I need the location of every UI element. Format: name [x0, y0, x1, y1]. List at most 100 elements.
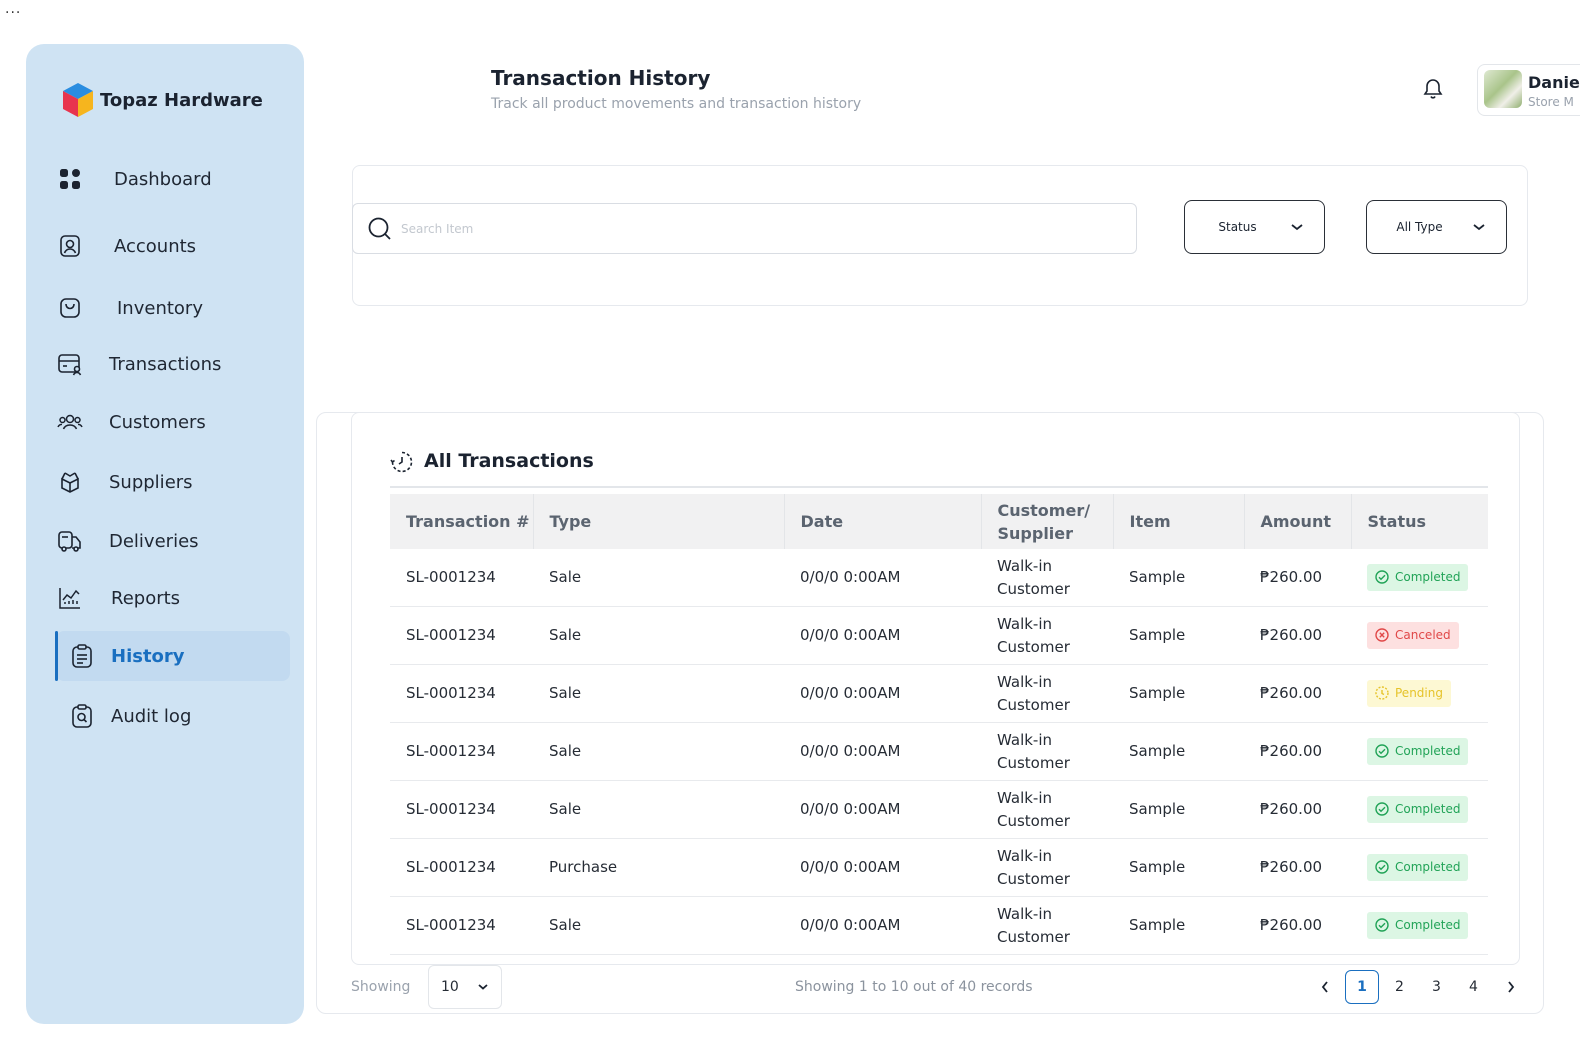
table-cell-status: Pending — [1351, 664, 1488, 723]
page-button-2[interactable]: 2 — [1381, 970, 1418, 1004]
table-cell-id: SL-0001234 — [390, 722, 533, 781]
status-badge-label: Completed — [1395, 569, 1461, 584]
check-circle-icon — [1375, 570, 1389, 584]
transactions-title: All Transactions — [424, 450, 594, 472]
table-cell-item: Sample — [1113, 664, 1244, 723]
table-row[interactable]: SL-0001234 Sale 0/0/0 0:00AM Walk-in Custom… — [390, 780, 1488, 839]
table-cell-amount: ₱260.00 — [1244, 549, 1351, 607]
table-cell-party: Walk-in Customer — [981, 549, 1113, 607]
table-cell-item: Sample — [1113, 722, 1244, 781]
sidebar-item-transactions[interactable]: Transactions — [56, 339, 290, 389]
sidebar-item-dashboard[interactable]: Dashboard — [56, 154, 290, 204]
transactions-table: Transaction # Type Date Customer/ Suppli… — [390, 494, 1488, 955]
column-header[interactable]: Amount — [1244, 494, 1352, 549]
check-circle-icon — [1375, 860, 1389, 874]
table-cell-party: Walk-in Customer — [981, 606, 1113, 665]
history-clock-icon — [390, 451, 413, 473]
chevron-left-icon — [1321, 981, 1328, 993]
sidebar-item-label: Transactions — [109, 353, 222, 375]
table-cell-party: Walk-in Customer — [981, 896, 1113, 955]
table-row[interactable]: SL-0001234 Sale 0/0/0 0:00AM Walk-in Custom… — [390, 549, 1488, 607]
table-cell-item: Sample — [1113, 838, 1244, 897]
chevron-right-icon — [1507, 981, 1514, 993]
check-circle-icon — [1375, 802, 1389, 816]
sidebar-item-label: Accounts — [114, 235, 197, 257]
bell-icon[interactable] — [1421, 76, 1445, 100]
sidebar-item-accounts[interactable]: Accounts — [56, 221, 290, 271]
table-row[interactable]: SL-0001234 Sale 0/0/0 0:00AM Walk-in Custom… — [390, 722, 1488, 781]
customers-icon — [56, 408, 84, 436]
table-cell-id: SL-0001234 — [390, 606, 533, 665]
showing-label: Showing — [351, 979, 411, 995]
column-header[interactable]: Status — [1351, 494, 1488, 549]
table-cell-type: Sale — [533, 606, 784, 665]
page-button-1[interactable]: 1 — [1345, 970, 1379, 1004]
chevron-down-icon — [478, 984, 488, 990]
table-cell-date: 0/0/0 0:00AM — [784, 896, 981, 955]
table-cell-party: Walk-in Customer — [981, 722, 1113, 781]
sidebar-item-label: Suppliers — [109, 471, 193, 493]
sidebar-item-inventory[interactable]: Inventory — [56, 283, 290, 333]
sidebar-item-audit-log[interactable]: Audit log — [56, 691, 290, 741]
status-badge: Pending — [1367, 679, 1451, 707]
table-cell-status: Completed — [1351, 896, 1488, 955]
search-input[interactable] — [399, 214, 1103, 244]
page-button-3[interactable]: 3 — [1418, 970, 1455, 1004]
sidebar-item-label: Inventory — [117, 297, 203, 319]
table-cell-id: SL-0001234 — [390, 896, 533, 955]
sidebar-item-deliveries[interactable]: Deliveries — [56, 516, 290, 566]
status-dropdown[interactable]: Status — [1184, 200, 1325, 254]
column-header[interactable]: Date — [784, 494, 982, 549]
status-badge: Completed — [1367, 911, 1469, 939]
page-button-4[interactable]: 4 — [1455, 970, 1492, 1004]
next-page-button[interactable] — [1492, 970, 1529, 1004]
column-header[interactable]: Customer/ Supplier — [981, 494, 1114, 549]
page-title: Transaction History — [491, 66, 711, 90]
table-cell-type: Sale — [533, 722, 784, 781]
clipboard-icon — [68, 642, 96, 670]
check-circle-icon — [1375, 744, 1389, 758]
table-cell-amount: ₱260.00 — [1244, 664, 1351, 723]
table-cell-date: 0/0/0 0:00AM — [784, 549, 981, 607]
avatar — [1484, 70, 1522, 108]
table-row[interactable]: SL-0001234 Sale 0/0/0 0:00AM Walk-in Custom… — [390, 606, 1488, 665]
status-badge: Completed — [1367, 795, 1469, 823]
table-cell-amount: ₱260.00 — [1244, 780, 1351, 839]
table-row[interactable]: SL-0001234 Purchase 0/0/0 0:00AM Walk-in Cu… — [390, 838, 1488, 897]
audit-icon — [68, 702, 96, 730]
table-cell-party: Walk-in Customer — [981, 838, 1113, 897]
status-badge-label: Canceled — [1395, 627, 1451, 642]
table-row[interactable]: SL-0001234 Sale 0/0/0 0:00AM Walk-in Custom… — [390, 896, 1488, 955]
sidebar-item-label: Reports — [111, 587, 181, 609]
window-menu-dots[interactable]: ... — [5, 1, 21, 17]
sidebar-item-customers[interactable]: Customers — [56, 397, 290, 447]
table-row[interactable]: SL-0001234 Sale 0/0/0 0:00AM Walk-in Custom… — [390, 664, 1488, 723]
grid-icon — [56, 165, 84, 193]
sidebar-item-label: Deliveries — [109, 530, 199, 552]
table-cell-item: Sample — [1113, 896, 1244, 955]
table-cell-status: Completed — [1351, 838, 1488, 897]
table-cell-date: 0/0/0 0:00AM — [784, 722, 981, 781]
sidebar-item-suppliers[interactable]: Suppliers — [56, 457, 290, 507]
page-size-select[interactable]: 10 — [428, 965, 502, 1009]
search-box[interactable] — [352, 203, 1137, 254]
status-badge: Completed — [1367, 563, 1469, 591]
page-size-value: 10 — [441, 979, 459, 995]
table-cell-status: Completed — [1351, 722, 1488, 781]
sidebar-item-reports[interactable]: Reports — [56, 573, 290, 623]
table-cell-status: Completed — [1351, 780, 1488, 839]
column-header[interactable]: Transaction # — [390, 494, 534, 549]
clock-icon — [1375, 686, 1389, 700]
prev-page-button[interactable] — [1306, 970, 1343, 1004]
profile-card[interactable]: Danie Store M — [1477, 64, 1580, 116]
sidebar-item-history[interactable]: History — [55, 631, 290, 681]
column-header[interactable]: Item — [1113, 494, 1245, 549]
search-icon — [368, 217, 391, 240]
type-dropdown[interactable]: All Type — [1366, 200, 1507, 254]
column-header[interactable]: Type — [533, 494, 785, 549]
sidebar-item-label: Audit log — [111, 705, 192, 727]
sidebar: Topaz Hardware Dashboard Accounts Invent… — [26, 44, 304, 1024]
table-cell-id: SL-0001234 — [390, 838, 533, 897]
table-cell-id: SL-0001234 — [390, 664, 533, 723]
table-cell-type: Sale — [533, 780, 784, 839]
